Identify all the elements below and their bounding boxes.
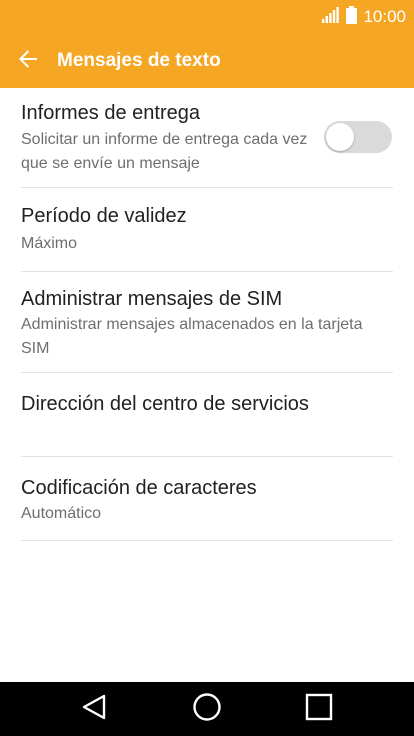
toggle-thumb	[326, 123, 354, 151]
setting-summary: Solicitar un informe de entrega cada vez…	[21, 131, 308, 172]
circle-home-icon	[192, 692, 222, 727]
signal-icon	[322, 6, 340, 28]
app-bar: Mensajes de texto	[0, 34, 414, 88]
setting-service-center-address[interactable]: Dirección del centro de servicios	[21, 373, 393, 457]
nav-home-button[interactable]	[177, 682, 237, 736]
setting-title: Dirección del centro de servicios	[21, 393, 309, 415]
settings-list: Informes de entrega Solicitar un informe…	[0, 88, 414, 541]
arrow-back-icon	[16, 47, 40, 76]
delivery-reports-toggle[interactable]	[324, 121, 392, 153]
setting-character-encoding[interactable]: Codificación de caracteres Automático	[21, 457, 393, 541]
setting-summary: Máximo	[21, 235, 78, 252]
status-indicators: 10:00	[322, 5, 406, 29]
setting-title: Período de validez	[21, 205, 187, 227]
setting-title: Administrar mensajes de SIM	[21, 288, 283, 310]
back-button[interactable]	[10, 43, 46, 79]
status-bar: 10:00	[0, 0, 414, 34]
nav-back-button[interactable]	[64, 682, 124, 736]
nav-recents-button[interactable]	[289, 682, 349, 736]
page-title: Mensajes de texto	[57, 50, 221, 71]
battery-icon	[346, 5, 358, 29]
setting-title: Codificación de caracteres	[21, 477, 257, 499]
setting-summary: Administrar mensajes almacenados en la t…	[21, 316, 363, 357]
triangle-back-icon	[81, 693, 107, 726]
status-time: 10:00	[363, 7, 406, 26]
setting-delivery-reports[interactable]: Informes de entrega Solicitar un informe…	[21, 88, 393, 188]
square-recents-icon	[305, 693, 333, 726]
setting-manage-sim-messages[interactable]: Administrar mensajes de SIM Administrar …	[21, 272, 393, 373]
setting-title: Informes de entrega	[21, 102, 200, 124]
navigation-bar	[0, 682, 414, 736]
setting-validity-period[interactable]: Período de validez Máximo	[21, 188, 393, 272]
setting-summary: Automático	[21, 505, 102, 522]
